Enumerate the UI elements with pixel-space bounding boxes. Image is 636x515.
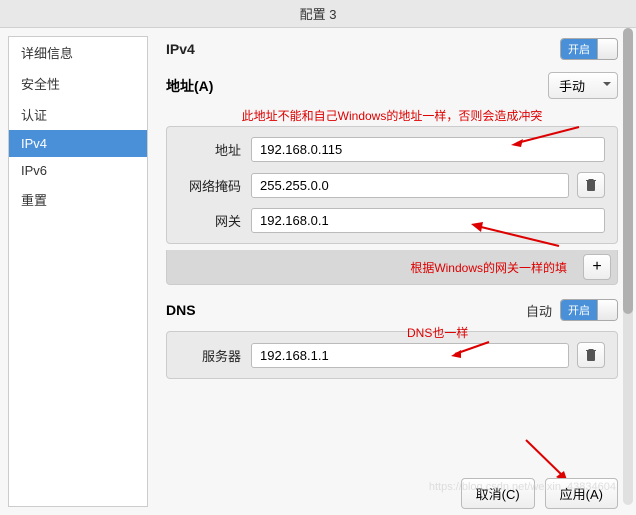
dns-panel: DNS也一样 服务器 — [166, 331, 618, 379]
ipv4-toggle[interactable]: 开启 — [560, 38, 618, 60]
trash-icon — [585, 348, 597, 362]
delete-button[interactable] — [577, 172, 605, 198]
trash-icon — [585, 178, 597, 192]
auto-label: 自动 — [526, 301, 552, 320]
conflict-note: 此地址不能和自己Windows的地址一样，否则会造成冲突 — [166, 107, 618, 124]
dns-server-label: 服务器 — [179, 346, 251, 365]
addresses-row: 地址(A) 手动 — [166, 72, 618, 99]
sidebar-item-auth[interactable]: 认证 — [9, 99, 147, 130]
sidebar: 详细信息 安全性 认证 IPv4 IPv6 重置 — [8, 36, 148, 507]
main-container: 详细信息 安全性 认证 IPv4 IPv6 重置 IPv4 开启 地址(A) 手… — [0, 28, 636, 515]
netmask-label: 网络掩码 — [179, 176, 251, 195]
address-label: 地址 — [179, 140, 251, 159]
toggle-on-label: 开启 — [561, 39, 597, 59]
window-title: 配置 3 — [0, 0, 636, 28]
ipv4-heading: IPv4 — [166, 41, 195, 57]
dns-server-input[interactable] — [251, 343, 569, 368]
dns-toggle[interactable]: 开启 — [560, 299, 618, 321]
netmask-input[interactable] — [251, 173, 569, 198]
sidebar-item-security[interactable]: 安全性 — [9, 68, 147, 99]
scroll-thumb[interactable] — [623, 28, 633, 314]
dns-server-row: 服务器 — [179, 342, 605, 368]
address-row: 地址 — [179, 137, 605, 162]
gateway-input[interactable] — [251, 208, 605, 233]
dns-heading: DNS — [166, 302, 196, 318]
address-panel: 地址 网络掩码 网关 — [166, 126, 618, 244]
sidebar-item-ipv4[interactable]: IPv4 — [9, 130, 147, 157]
plus-icon: + — [592, 258, 601, 276]
sidebar-item-reset[interactable]: 重置 — [9, 184, 147, 215]
content-panel: IPv4 开启 地址(A) 手动 此地址不能和自己Windows的地址一样，否则… — [148, 28, 636, 515]
address-input[interactable] — [251, 137, 605, 162]
gateway-row: 网关 — [179, 208, 605, 233]
watermark: https://blog.csdn.net/weixin_43834604 — [429, 481, 616, 493]
add-button[interactable]: + — [583, 254, 611, 280]
netmask-row: 网络掩码 — [179, 172, 605, 198]
dns-header: DNS 自动 开启 — [166, 299, 618, 321]
sidebar-item-ipv6[interactable]: IPv6 — [9, 157, 147, 184]
ipv4-header: IPv4 开启 — [166, 38, 618, 60]
toggle-knob — [597, 39, 617, 59]
dns-toggle-on-label: 开启 — [561, 300, 597, 320]
sidebar-item-details[interactable]: 详细信息 — [9, 37, 147, 68]
scrollbar[interactable] — [623, 28, 633, 505]
dns-delete-button[interactable] — [577, 342, 605, 368]
gateway-note: 根据Windows的网关一样的填 — [410, 259, 567, 276]
dns-toggle-knob — [597, 300, 617, 320]
method-select[interactable]: 手动 — [548, 72, 618, 99]
addresses-label: 地址(A) — [166, 76, 213, 96]
gateway-label: 网关 — [179, 211, 251, 230]
add-bar: 根据Windows的网关一样的填 + — [166, 250, 618, 285]
dns-note: DNS也一样 — [407, 324, 468, 341]
